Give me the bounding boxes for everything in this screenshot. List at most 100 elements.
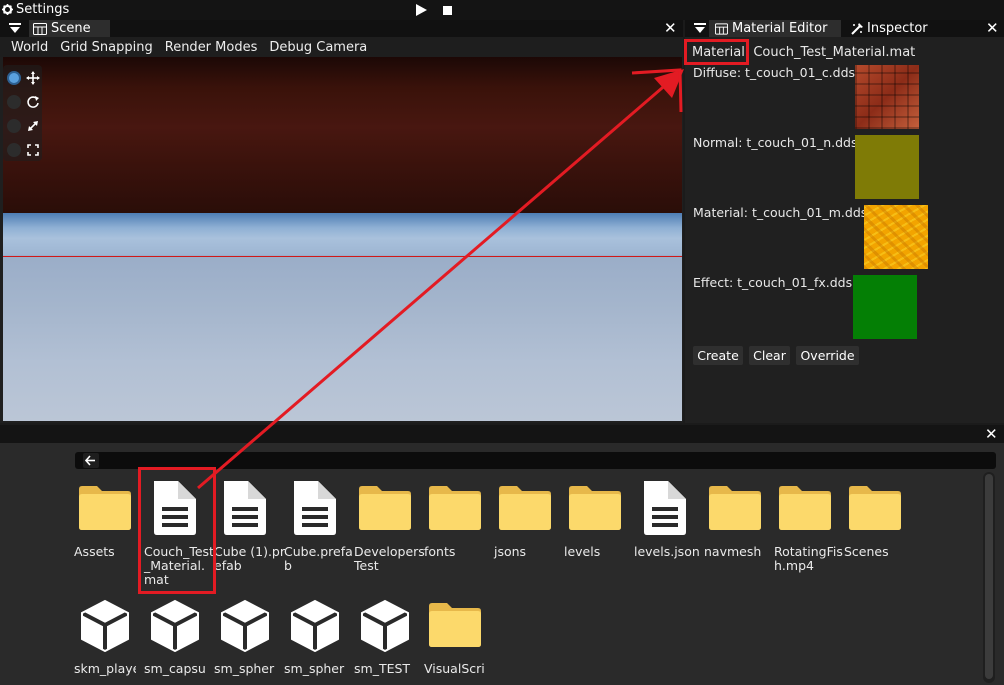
folder-icon-wrap [355, 481, 415, 533]
model-cube-icon [151, 599, 199, 653]
tool-rotate[interactable] [5, 92, 41, 112]
material-texture-slot[interactable] [864, 205, 928, 269]
radio-dot [7, 143, 21, 157]
radio-dot [7, 119, 21, 133]
model-cube-icon [291, 599, 339, 653]
scene-viewport[interactable] [3, 57, 682, 421]
settings-menu[interactable]: Settings [2, 2, 69, 17]
panel-menu-icon[interactable] [693, 22, 707, 35]
tab-inspector[interactable]: Inspector [845, 20, 935, 37]
radio-dot [7, 95, 21, 109]
asset-item[interactable]: skm_playe [74, 598, 145, 685]
folder-icon [779, 486, 831, 530]
tool-rect[interactable] [5, 140, 41, 160]
folder-icon-wrap [425, 598, 485, 650]
diffuse-texture-slot[interactable] [855, 65, 919, 129]
asset-label: skm_playe [74, 662, 136, 676]
folder-icon [429, 486, 481, 530]
asset-label: RotatingFish.mp4 [774, 544, 843, 573]
file-icon [644, 481, 686, 535]
back-button[interactable] [83, 453, 99, 468]
asset-item[interactable]: sm_capsul [144, 598, 215, 685]
tool-scale[interactable] [5, 116, 41, 136]
scene-menubar: World Grid Snapping Render Modes Debug C… [0, 37, 683, 57]
tab-scene[interactable]: Scene [29, 20, 110, 37]
folder-icon-wrap [565, 481, 625, 533]
skybox-clouds [3, 213, 682, 255]
scale-icon [28, 121, 38, 131]
asset-item[interactable]: VisualScri [424, 598, 495, 685]
normal-label: Normal: t_couch_01_n.dds [693, 135, 858, 150]
model-icon-wrap [285, 598, 345, 653]
file-icon [294, 481, 336, 535]
asset-label: levels [564, 544, 601, 559]
gear-icon [2, 4, 13, 15]
asset-label: sm_spher [284, 662, 345, 676]
asset-label: jsons [494, 544, 527, 559]
asset-label: sm_spher [214, 662, 275, 676]
file-icon-wrap [215, 481, 275, 535]
menu-grid-snapping[interactable]: Grid Snapping [54, 40, 158, 55]
folder-icon [79, 486, 131, 530]
folder-icon-wrap [775, 481, 835, 533]
model-icon-wrap [355, 598, 415, 653]
folder-icon [849, 486, 901, 530]
scrollbar-thumb[interactable] [985, 474, 993, 679]
model-cube-icon [221, 599, 269, 653]
menu-world[interactable]: World [0, 40, 54, 55]
diffuse-label: Diffuse: t_couch_01_c.dds [693, 65, 856, 80]
horizon-line [3, 256, 682, 257]
folder-icon-wrap [495, 481, 555, 533]
file-icon-wrap [285, 481, 345, 535]
material-file: Couch_Test_Material.mat [753, 45, 916, 60]
override-button[interactable]: Override [796, 346, 859, 365]
asset-label: VisualScri [424, 662, 485, 676]
effect-texture-slot[interactable] [853, 275, 917, 339]
material-editor-panel: Material Editor Inspector ✕ Material: Co… [685, 20, 1004, 423]
asset-item[interactable]: sm_spher [284, 598, 355, 685]
folder-icon-wrap [705, 481, 765, 533]
highlight-material-label [684, 39, 749, 65]
settings-label: Settings [16, 2, 70, 17]
asset-scrollbar[interactable] [983, 472, 995, 683]
asset-label: DevelopersTest [354, 544, 425, 573]
tab-material-editor[interactable]: Material Editor [709, 20, 841, 37]
skybox-sky [3, 57, 682, 213]
file-icon-wrap [635, 481, 695, 535]
folder-icon [709, 486, 761, 530]
rect-icon [27, 144, 39, 156]
asset-label: Cube (1).prefab [214, 544, 286, 573]
model-cube-icon [81, 599, 129, 653]
menu-debug-camera[interactable]: Debug Camera [263, 40, 373, 55]
clear-button[interactable]: Clear [749, 346, 790, 365]
top-toolbar: Settings [0, 0, 1004, 20]
file-icon [224, 481, 266, 535]
close-right-panel-icon[interactable]: ✕ [986, 21, 999, 36]
asset-item[interactable]: sm_TEST [354, 598, 425, 685]
panel-menu-icon[interactable] [8, 22, 22, 35]
move-icon [26, 71, 40, 85]
asset-label: Assets [74, 544, 115, 559]
inspector-icon [851, 22, 863, 35]
radio-dot [7, 71, 21, 85]
close-scene-icon[interactable]: ✕ [664, 21, 677, 36]
stop-icon[interactable] [443, 6, 452, 15]
menu-render-modes[interactable]: Render Modes [159, 40, 264, 55]
tab-material-editor-label: Material Editor [732, 21, 828, 36]
right-tabstrip: Material Editor Inspector ✕ [685, 20, 1004, 37]
play-icon[interactable] [415, 4, 427, 16]
folder-icon-wrap [75, 481, 135, 533]
tab-scene-label: Scene [51, 21, 91, 36]
asset-item[interactable]: sm_spher [214, 598, 285, 685]
material-texture-label: Material: t_couch_01_m.dds [693, 205, 868, 220]
folder-icon [499, 486, 551, 530]
asset-browser-header: ✕ [0, 425, 1004, 443]
normal-texture-slot[interactable] [855, 135, 919, 199]
asset-label: sm_capsul [144, 662, 206, 676]
scene-tabstrip: Scene ✕ [0, 20, 683, 37]
close-asset-browser-icon[interactable]: ✕ [985, 427, 998, 442]
tab-inspector-label: Inspector [867, 21, 928, 36]
tool-move[interactable] [5, 68, 41, 88]
create-button[interactable]: Create [693, 346, 743, 365]
model-cube-icon [361, 599, 409, 653]
